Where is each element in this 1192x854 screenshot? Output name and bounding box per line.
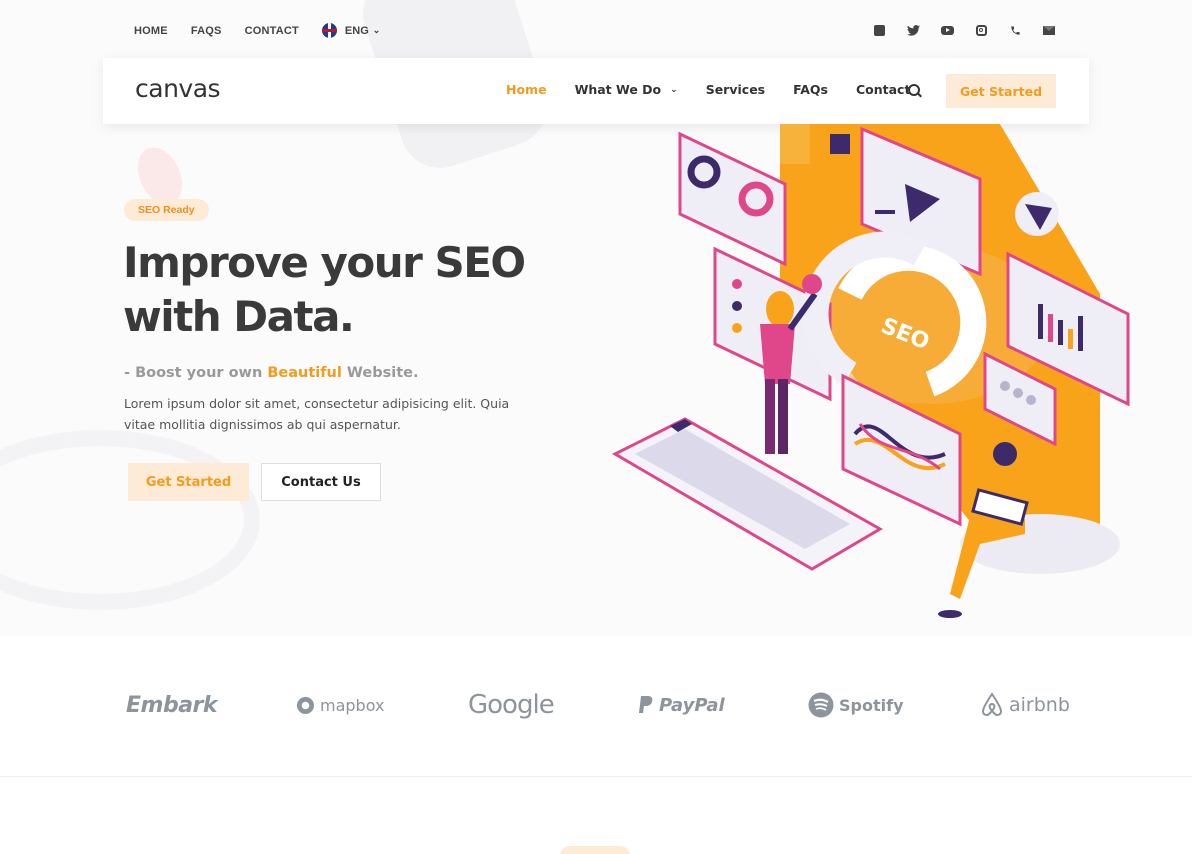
- chart-panel: [678, 131, 787, 267]
- chevron-down-icon: ⌄: [670, 84, 678, 95]
- megaphone-icon: [1015, 192, 1059, 236]
- nav-item-contact[interactable]: Contact: [856, 82, 910, 97]
- nav-item-label: What We Do: [574, 82, 662, 97]
- airbnb-icon: [981, 692, 1003, 716]
- paypal-logo: PayPal: [638, 690, 725, 720]
- phone-icon[interactable]: [1007, 22, 1023, 38]
- tagline-highlight: Beautiful: [267, 365, 342, 381]
- spotify-icon: [808, 692, 834, 718]
- nav-item-faqs[interactable]: FAQs: [793, 82, 828, 97]
- mapbox-logo: mapbox: [296, 690, 384, 720]
- facebook-icon[interactable]: [871, 22, 887, 38]
- airbnb-logo: airbnb: [980, 690, 1070, 720]
- brand-name: PayPal: [659, 694, 725, 716]
- top-bar: HOME FAQS CONTACT ENG ⌄: [0, 0, 1192, 60]
- get-started-button[interactable]: Get Started: [946, 74, 1056, 108]
- contact-us-button[interactable]: Contact Us: [261, 463, 381, 501]
- chevron-down-icon: ⌄: [372, 25, 381, 35]
- nav-item-services[interactable]: Services: [706, 82, 765, 97]
- nav-item-what-we-do[interactable]: What We Do ⌄: [575, 82, 678, 97]
- brand-name: Google: [468, 690, 555, 720]
- section-badge: [560, 846, 630, 854]
- hero-description: Lorem ipsum dolor sit amet, consectetur …: [124, 396, 510, 432]
- tagline-prefix: - Boost your own: [124, 365, 263, 381]
- hero-get-started-button[interactable]: Get Started: [128, 463, 249, 501]
- seo-illustration: SEO: [611, 124, 1130, 618]
- top-link-home[interactable]: HOME: [134, 25, 168, 37]
- hero-title-line: with Data.: [123, 292, 355, 341]
- embark-logo: Embark: [126, 690, 218, 720]
- hero-tagline: - Boost your own Beautiful Website.: [124, 365, 418, 381]
- logo[interactable]: canvas: [135, 74, 221, 103]
- spotify-logo: Spotify: [808, 690, 904, 720]
- hero-title: Improve your SEO with Data.: [123, 236, 553, 344]
- mapbox-icon: [296, 696, 315, 714]
- search-icon[interactable]: [908, 84, 922, 98]
- brand-name: mapbox: [320, 695, 385, 715]
- language-label: ENG: [344, 24, 369, 37]
- background-shape: [0, 430, 260, 610]
- instagram-icon[interactable]: [973, 22, 989, 38]
- top-nav: HOME FAQS CONTACT ENG ⌄: [134, 23, 380, 38]
- top-link-faqs[interactable]: FAQS: [191, 25, 222, 37]
- brand-logos: Embark mapbox Google PayPal Spotify airb…: [0, 636, 1192, 776]
- google-logo: Google: [468, 690, 555, 720]
- brand-name: airbnb: [1009, 694, 1070, 716]
- youtube-icon[interactable]: [939, 22, 955, 38]
- section-divider: [0, 776, 1192, 777]
- brand-name: Embark: [126, 692, 218, 718]
- tagline-suffix: Website.: [346, 365, 419, 381]
- twitter-icon[interactable]: [905, 22, 921, 38]
- top-link-contact[interactable]: CONTACT: [245, 25, 299, 37]
- paypal-icon: [639, 696, 653, 713]
- nav-item-home[interactable]: Home: [506, 82, 547, 97]
- social-links: [853, 22, 1057, 38]
- brand-name: Spotify: [839, 695, 904, 715]
- main-nav: Home What We Do ⌄ Services FAQs Contact: [506, 82, 938, 97]
- keyboard: [611, 417, 884, 571]
- main-header: canvas Home What We Do ⌄ Services FAQs C…: [103, 58, 1089, 124]
- seo-ready-badge: SEO Ready: [124, 199, 209, 221]
- uk-flag-icon: [321, 23, 337, 38]
- hero-title-line: Improve your SEO: [123, 238, 526, 287]
- language-selector[interactable]: ENG ⌄: [321, 23, 381, 38]
- envelope-icon[interactable]: [1041, 22, 1057, 38]
